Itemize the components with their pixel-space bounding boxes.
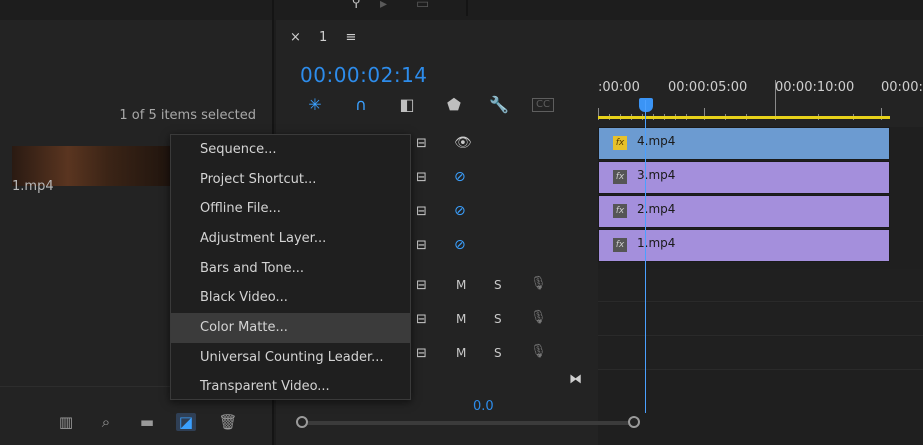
selection-status: 1 of 5 items selected xyxy=(119,108,256,123)
sync-lock-icon[interactable]: ⊟ xyxy=(416,346,427,361)
menu-item-offline-file[interactable]: Offline File... xyxy=(171,194,410,224)
sync-lock-icon[interactable]: ⊟ xyxy=(416,204,427,219)
playhead-line[interactable] xyxy=(645,100,646,413)
end-marker-icon[interactable]: ⧓ xyxy=(569,372,582,387)
fx-badge-icon: fx xyxy=(613,238,627,252)
ruler-label: 00:00:05:00 xyxy=(668,80,748,95)
slider-icon[interactable]: ▥ xyxy=(56,413,76,431)
insert-icon[interactable]: Ⴤ xyxy=(352,0,360,12)
clip-label: 3.mp4 xyxy=(637,168,676,182)
fx-badge-icon: fx xyxy=(613,204,627,218)
master-volume[interactable]: 0.0 xyxy=(473,399,494,414)
eye-hidden-icon[interactable]: ⊘ xyxy=(454,237,466,253)
scroll-left-handle[interactable] xyxy=(296,416,308,428)
timeline-settings-icon[interactable]: 🔧 xyxy=(488,94,510,116)
trash-icon[interactable]: 🗑 xyxy=(218,413,238,431)
playhead-timecode[interactable]: 00:00:02:14 xyxy=(300,63,428,87)
menu-item-project-shortcut[interactable]: Project Shortcut... xyxy=(171,165,410,195)
audio-lane[interactable] xyxy=(598,303,923,336)
solo-button[interactable]: S xyxy=(494,346,502,360)
eye-hidden-icon[interactable]: ⊘ xyxy=(454,203,466,219)
sync-lock-icon[interactable]: ⊟ xyxy=(416,136,427,151)
clip-v3[interactable]: fx 3.mp4 xyxy=(598,161,890,194)
playhead-handle[interactable] xyxy=(639,98,653,112)
clip-name[interactable]: 1.mp4 xyxy=(12,179,54,194)
new-item-icon[interactable]: ◪ xyxy=(176,413,196,431)
overwrite-icon[interactable]: ▸ xyxy=(380,0,387,12)
track-area[interactable]: fx 4.mp4 fx 3.mp4 fx 2.mp4 fx 1.mp4 xyxy=(598,116,923,445)
linked-selection-icon[interactable]: ◧ xyxy=(396,94,418,116)
fx-badge-icon: fx xyxy=(613,170,627,184)
top-toolbar-strip: Ⴤ ▸ ▭ xyxy=(0,0,923,16)
audio-lane[interactable] xyxy=(598,337,923,370)
sync-lock-icon[interactable]: ⊟ xyxy=(416,170,427,185)
horizontal-zoom-scrollbar[interactable] xyxy=(296,416,640,428)
ruler-tick xyxy=(775,80,776,120)
video-track-headers: ⊟ 👁 ⊟ ⊘ ⊟ ⊘ ⊟ ⊘ xyxy=(416,134,596,274)
ruler-label: 00:00: xyxy=(881,80,923,95)
work-area-bar[interactable] xyxy=(598,116,890,119)
add-marker-icon[interactable]: ⬟ xyxy=(443,94,465,116)
ruler-label: 00:00:10:00 xyxy=(775,80,855,95)
new-item-menu: Sequence... Project Shortcut... Offline … xyxy=(170,134,411,400)
clip-label: 2.mp4 xyxy=(637,202,676,216)
menu-item-adjustment-layer[interactable]: Adjustment Layer... xyxy=(171,224,410,254)
sync-lock-icon[interactable]: ⊟ xyxy=(416,278,427,293)
close-tab-icon[interactable]: × xyxy=(290,30,301,45)
menu-item-sequence[interactable]: Sequence... xyxy=(171,135,410,165)
clip-label: 4.mp4 xyxy=(637,134,676,148)
eye-icon[interactable]: 👁 xyxy=(454,135,472,151)
sequence-tab-label: 1 xyxy=(319,30,328,45)
menu-item-bars-and-tone[interactable]: Bars and Tone... xyxy=(171,254,410,284)
clip-label: 1.mp4 xyxy=(637,236,676,250)
fx-badge-icon: fx xyxy=(613,136,627,150)
clip-v2[interactable]: fx 2.mp4 xyxy=(598,195,890,228)
microphone-icon[interactable]: 🎙 xyxy=(530,276,547,291)
menu-item-universal-counting-leader[interactable]: Universal Counting Leader... xyxy=(171,343,410,373)
eye-hidden-icon[interactable]: ⊘ xyxy=(454,169,466,185)
new-bin-icon[interactable]: ▬ xyxy=(137,413,157,431)
mute-button[interactable]: M xyxy=(456,278,466,292)
solo-button[interactable]: S xyxy=(494,312,502,326)
ruler-label: :00:00 xyxy=(598,80,640,95)
snap-magnet-icon[interactable]: ∩ xyxy=(350,94,372,116)
menu-item-transparent-video[interactable]: Transparent Video... xyxy=(171,372,410,402)
mute-button[interactable]: M xyxy=(456,346,466,360)
audio-lane[interactable] xyxy=(598,269,923,302)
clip-v1[interactable]: fx 1.mp4 xyxy=(598,229,890,262)
toolbar-divider xyxy=(466,0,468,16)
export-frame-icon[interactable]: ▭ xyxy=(416,0,429,12)
search-icon[interactable]: ⌕ xyxy=(96,413,116,431)
clip-v4[interactable]: fx 4.mp4 xyxy=(598,127,890,160)
sequence-tab[interactable]: × 1 ≡ xyxy=(290,30,356,45)
menu-item-black-video[interactable]: Black Video... xyxy=(171,283,410,313)
microphone-icon[interactable]: 🎙 xyxy=(530,310,547,325)
sync-lock-icon[interactable]: ⊟ xyxy=(416,312,427,327)
captions-icon[interactable]: CC xyxy=(532,98,554,112)
scroll-right-handle[interactable] xyxy=(628,416,640,428)
mute-button[interactable]: M xyxy=(456,312,466,326)
tab-menu-icon[interactable]: ≡ xyxy=(345,30,356,45)
nest-sequence-icon[interactable]: ✳ xyxy=(304,94,326,116)
microphone-icon[interactable]: 🎙 xyxy=(530,344,547,359)
menu-item-color-matte[interactable]: Color Matte... xyxy=(171,313,410,343)
sync-lock-icon[interactable]: ⊟ xyxy=(416,238,427,253)
audio-track-headers: ⊟ M S 🎙 ⊟ M S 🎙 ⊟ M S 🎙 xyxy=(416,276,596,376)
solo-button[interactable]: S xyxy=(494,278,502,292)
